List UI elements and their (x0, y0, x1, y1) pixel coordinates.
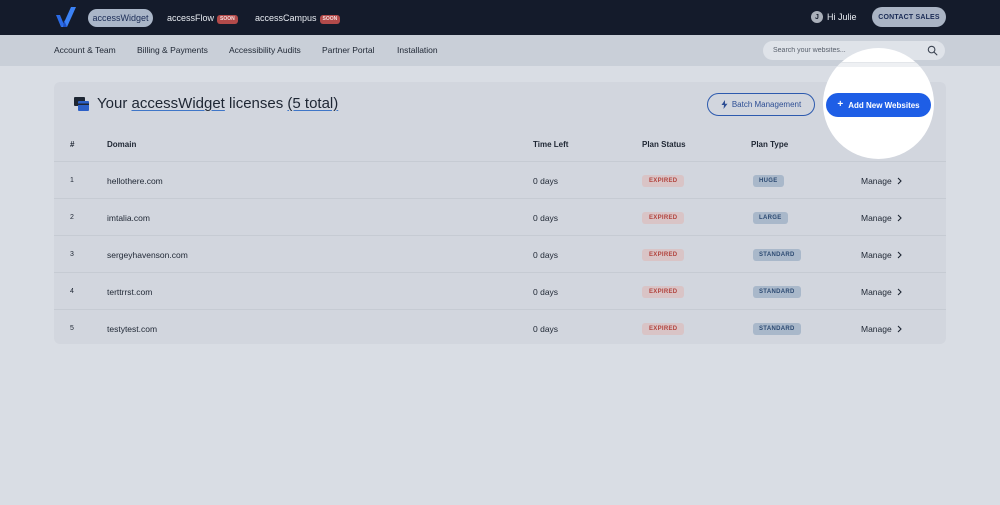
status-badge: EXPIRED (642, 211, 685, 224)
row-status-cell: EXPIRED (642, 236, 685, 273)
status-badge: EXPIRED (642, 174, 685, 187)
title-prefix: Your (97, 95, 132, 112)
manage-link[interactable]: Manage (861, 199, 902, 236)
manage-link[interactable]: Manage (861, 162, 902, 199)
tab-accesswidget-label: accessWidget (92, 13, 149, 23)
title-mid: licenses (224, 95, 288, 112)
cards-icon (74, 97, 89, 111)
row-plan-cell: STANDARD (753, 236, 801, 273)
row-status-cell: EXPIRED (642, 162, 685, 199)
row-number: 2 (70, 214, 74, 221)
plan-badge: STANDARD (753, 285, 801, 298)
plan-badge: STANDARD (753, 322, 801, 335)
add-new-websites-button[interactable]: + Add New Websites (826, 93, 931, 117)
col-header-num: # (70, 140, 75, 149)
plus-icon: + (837, 99, 844, 110)
add-new-websites-label: Add New Websites (848, 100, 920, 110)
table-row: 2 imtalia.com 0 days EXPIRED LARGE Manag… (54, 198, 946, 235)
user-greeting: Hi Julie (827, 12, 857, 22)
manage-label: Manage (861, 323, 892, 334)
row-number: 3 (70, 251, 74, 258)
row-domain: testytest.com (107, 323, 158, 334)
table-row: 5 testytest.com 0 days EXPIRED STANDARD … (54, 309, 946, 346)
row-plan-cell: HUGE (753, 162, 784, 199)
manage-label: Manage (861, 286, 892, 297)
row-domain: imtalia.com (107, 212, 150, 223)
row-time-left: 0 days (533, 286, 559, 297)
subnav-installation[interactable]: Installation (397, 45, 438, 55)
row-time-left: 0 days (533, 212, 559, 223)
manage-link[interactable]: Manage (861, 273, 902, 310)
check-logo-icon[interactable] (55, 6, 77, 28)
top-bar: accessWidget accessFlow SOON accessCampus… (0, 0, 1000, 35)
chevron-right-icon (897, 177, 902, 184)
row-domain: hellothere.com (107, 175, 163, 186)
row-status-cell: EXPIRED (642, 273, 685, 310)
avatar: J (811, 11, 823, 23)
chevron-right-icon (897, 214, 902, 221)
title-product: accessWidget (131, 95, 225, 112)
search-icon[interactable] (927, 45, 938, 56)
table-row: 3 sergeyhavenson.com 0 days EXPIRED STAN… (54, 235, 946, 272)
col-header-plan-type: Plan Type (751, 140, 789, 149)
row-number: 5 (70, 325, 74, 332)
manage-label: Manage (861, 212, 892, 223)
title-count: (5 total) (287, 95, 339, 112)
status-badge: EXPIRED (642, 248, 685, 261)
tab-accessflow[interactable]: accessFlow SOON (167, 9, 238, 27)
licenses-card: Your accessWidget licenses (5 total) Bat… (54, 82, 946, 344)
subnav-partner-portal[interactable]: Partner Portal (322, 45, 374, 55)
subnav-billing-payments[interactable]: Billing & Payments (137, 45, 208, 55)
status-badge: EXPIRED (642, 322, 685, 335)
chevron-right-icon (897, 288, 902, 295)
bolt-icon (721, 100, 728, 109)
row-status-cell: EXPIRED (642, 199, 685, 236)
plan-badge: HUGE (753, 174, 784, 187)
subnav-account-team[interactable]: Account & Team (54, 45, 116, 55)
tab-accesscampus[interactable]: accessCampus SOON (255, 9, 341, 27)
row-status-cell: EXPIRED (642, 310, 685, 347)
manage-label: Manage (861, 249, 892, 260)
batch-management-button[interactable]: Batch Management (707, 93, 815, 116)
spotlight-subnav-band (823, 63, 934, 67)
manage-label: Manage (861, 175, 892, 186)
col-header-time-left: Time Left (533, 140, 569, 149)
chevron-right-icon (897, 325, 902, 332)
tab-accessflow-label: accessFlow (167, 13, 215, 23)
batch-management-label: Batch Management (731, 100, 802, 109)
row-number: 4 (70, 288, 74, 295)
status-badge: EXPIRED (642, 285, 685, 298)
row-number: 1 (70, 177, 74, 184)
contact-sales-button[interactable]: CONTACT SALES (872, 7, 946, 27)
table-row: 1 hellothere.com 0 days EXPIRED HUGE Man… (54, 161, 946, 198)
col-header-plan-status: Plan Status (642, 140, 686, 149)
row-time-left: 0 days (533, 249, 559, 260)
page-title: Your accessWidget licenses (5 total) (97, 95, 338, 112)
row-domain: sergeyhavenson.com (107, 249, 188, 260)
row-plan-cell: LARGE (753, 199, 788, 236)
tab-accesscampus-label: accessCampus (255, 13, 317, 23)
soon-badge: SOON (217, 15, 238, 24)
plan-badge: LARGE (753, 211, 788, 224)
tab-accesswidget[interactable]: accessWidget (88, 9, 153, 27)
row-time-left: 0 days (533, 323, 559, 334)
row-plan-cell: STANDARD (753, 310, 801, 347)
chevron-right-icon (897, 251, 902, 258)
row-plan-cell: STANDARD (753, 273, 801, 310)
col-header-domain: Domain (107, 140, 137, 149)
row-domain: terttrrst.com (107, 286, 153, 297)
row-time-left: 0 days (533, 175, 559, 186)
user-menu[interactable]: J Hi Julie (811, 10, 857, 24)
soon-badge: SOON (319, 15, 341, 24)
subnav-accessibility-audits[interactable]: Accessibility Audits (229, 45, 301, 55)
manage-link[interactable]: Manage (861, 236, 902, 273)
manage-link[interactable]: Manage (861, 310, 902, 347)
plan-badge: STANDARD (753, 248, 801, 261)
table-row: 4 terttrrst.com 0 days EXPIRED STANDARD … (54, 272, 946, 309)
